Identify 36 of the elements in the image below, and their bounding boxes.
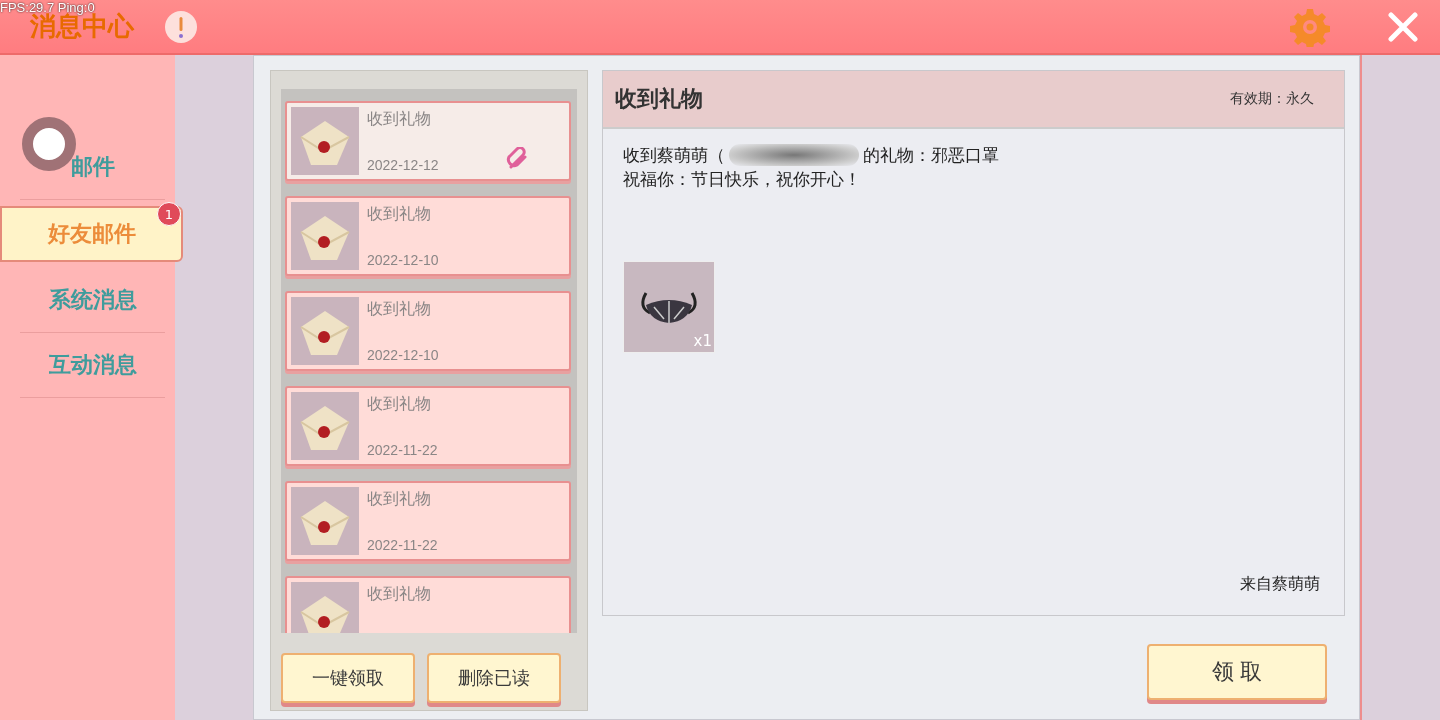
mail-date: 2022-11-22 [367,537,438,553]
mail-item[interactable]: 收到礼物 2022-12-10 [285,196,571,276]
sidebar-tab[interactable]: 系统消息 [20,268,165,333]
mail-date: 2022-11-22 [367,442,438,458]
notification-badge: 1 [157,202,181,226]
mail-item[interactable]: 收到礼物 2022-12-12 [285,101,571,181]
mail-title: 收到礼物 [367,109,431,130]
message-text: 收到蔡萌萌（ [623,144,725,167]
envelope-icon [291,582,359,633]
envelope-icon [291,202,359,270]
message-text: 的礼物：邪恶口罩 [863,144,999,167]
message-text: 祝福你：节日快乐，祝你开心！ [623,168,862,191]
envelope-icon [291,392,359,460]
envelope-icon [291,297,359,365]
item-count: x1 [693,332,712,350]
mail-title: 收到礼物 [367,489,431,510]
mail-date: 2022-12-10 [367,252,439,268]
sender-text: 来自蔡萌萌 [1240,574,1320,595]
mail-item[interactable]: 收到礼物 2022-11-22 [285,386,571,466]
mail-title: 收到礼物 [367,299,431,320]
mail-item[interactable]: 收到礼物 2022-12-10 [285,291,571,371]
mail-title: 收到礼物 [367,584,431,605]
envelope-icon [291,107,359,175]
mail-item[interactable]: 收到礼物 2022-11-22 [285,481,571,561]
item-slot[interactable]: x1 [623,261,715,353]
mail-title: 收到礼物 [367,204,431,225]
mail-item[interactable]: 收到礼物 [285,576,571,633]
mail-title: 收到礼物 [615,85,703,113]
sidebar-tab[interactable]: 互动消息 [20,333,165,398]
mail-title: 收到礼物 [367,394,431,415]
close-icon[interactable] [1388,11,1418,42]
envelope-icon [291,487,359,555]
validity-text: 有效期：永久 [1230,90,1314,108]
mail-date: 2022-12-12 [367,157,439,173]
mail-date: 2022-12-10 [367,347,439,363]
alert-icon[interactable] [164,9,198,44]
